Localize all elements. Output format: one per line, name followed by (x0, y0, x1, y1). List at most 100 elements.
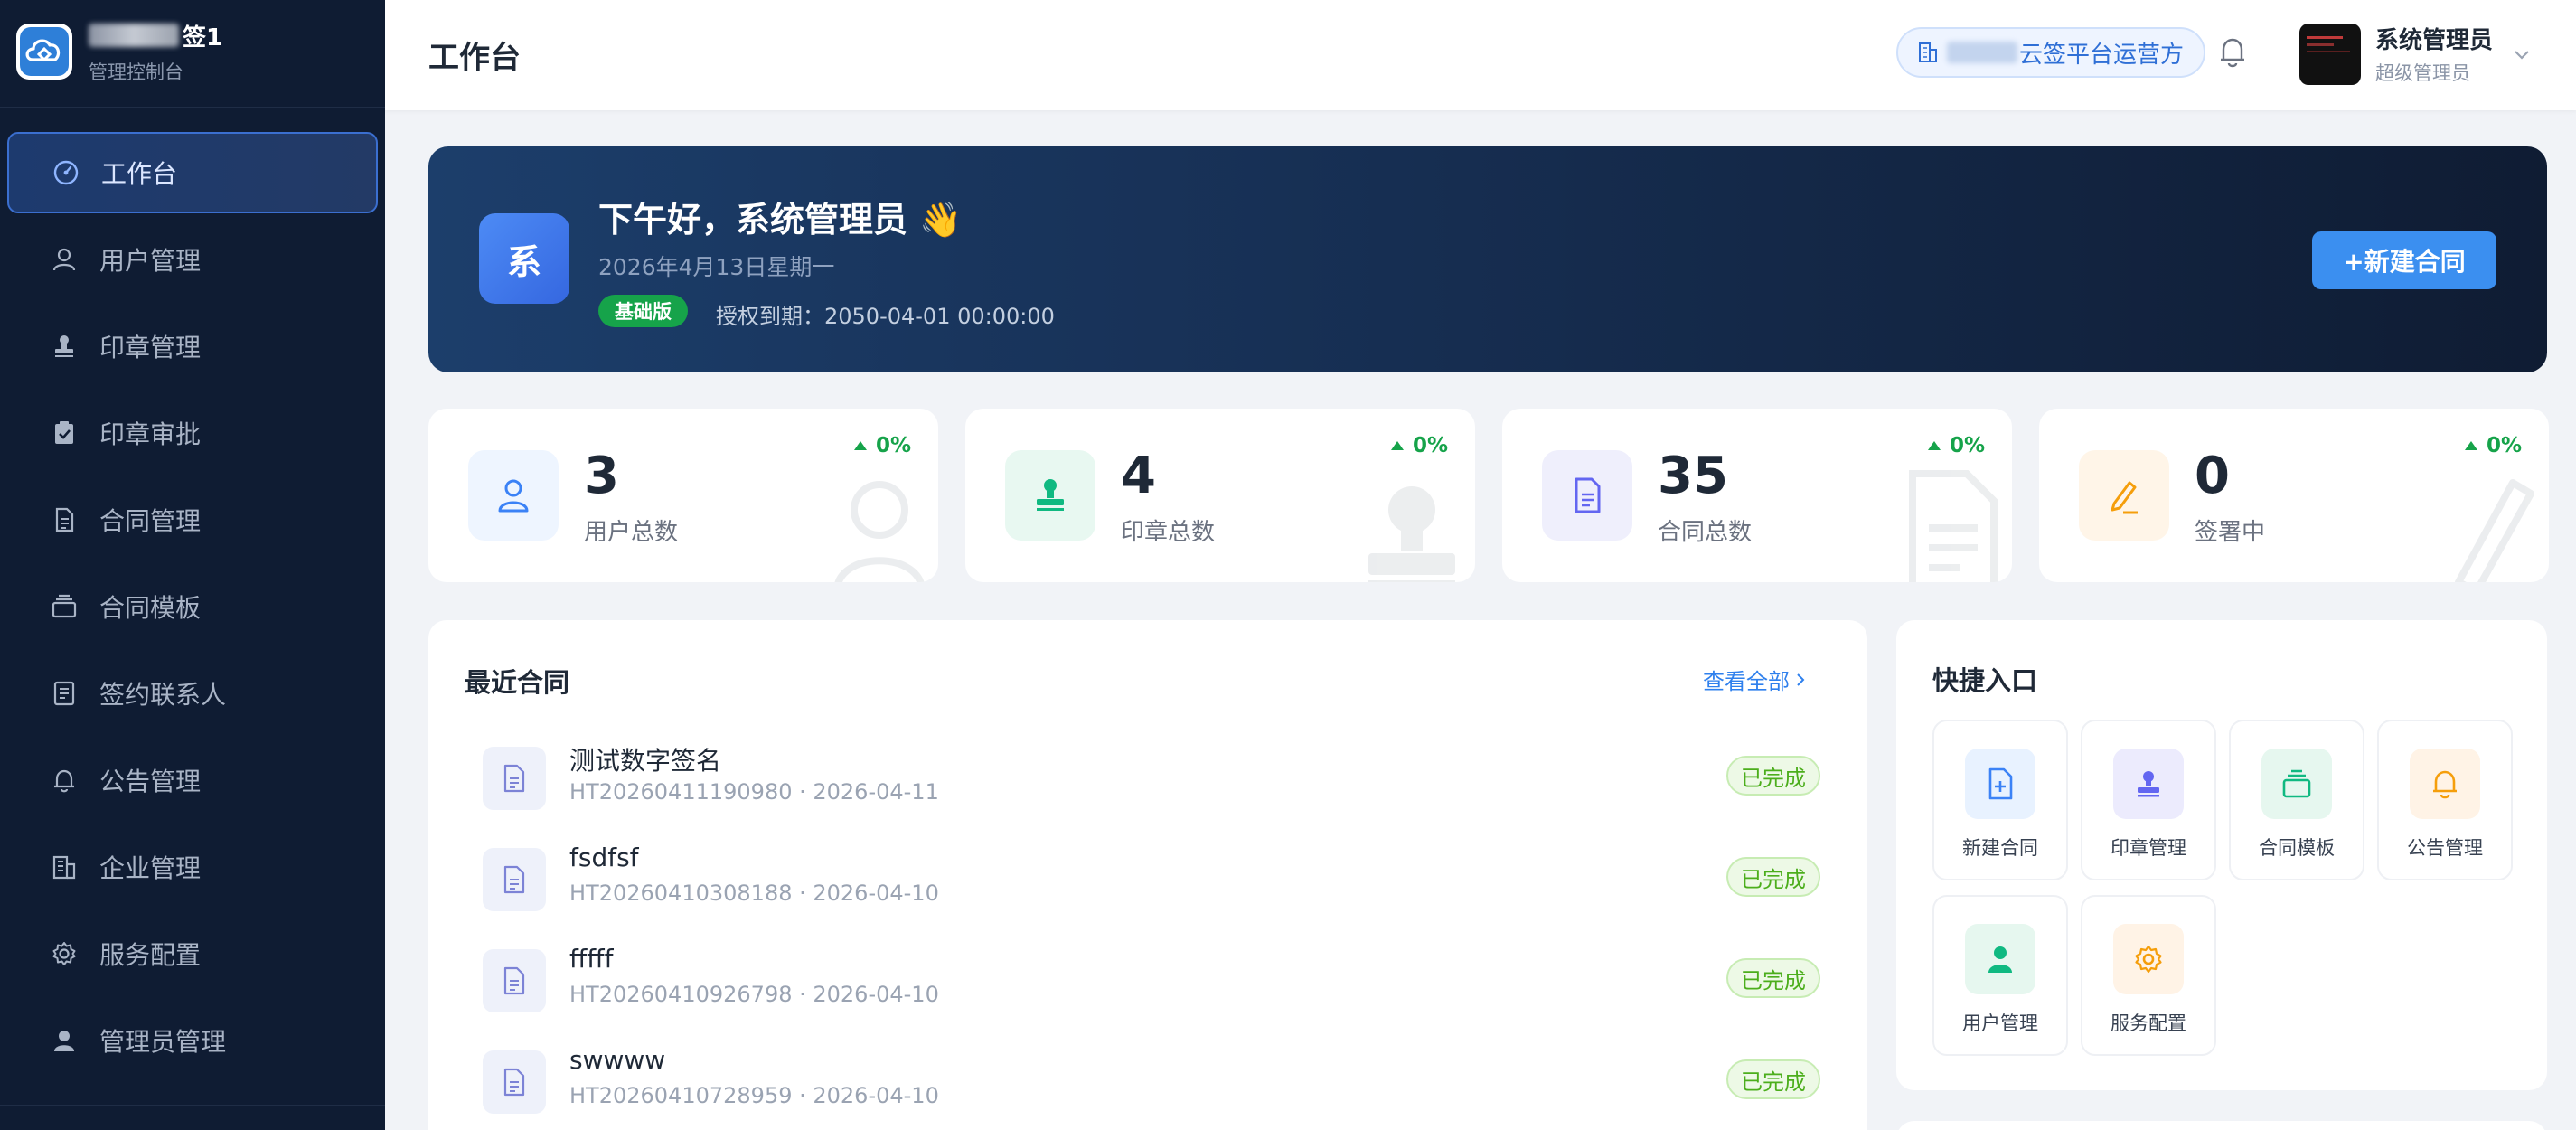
welcome-banner: 系 下午好，系统管理员 👋 2026年4月13日星期一 基础版 授权到期：205… (428, 146, 2547, 372)
quick-entry-panel: 快捷入口 新建合同 印章管理 合同模板 公告管理 用户管理 服务配置 (1896, 620, 2547, 1090)
list-item[interactable]: fffff HT20260410926798 · 2026-04-10 已完成 (483, 940, 1820, 1018)
sidebar-item-enterprise[interactable]: 企业管理 (7, 826, 378, 908)
sidebar: 签1 管理控制台 工作台 用户管理 印章管理 印章审批 合同管理 合同模板 签约… (0, 0, 385, 1130)
status-badge: 已完成 (1726, 1059, 1820, 1099)
stat-trend-value: 0% (2486, 434, 2522, 457)
stat-card-seals[interactable]: 4 印章总数 0% (965, 409, 1475, 582)
trend-up-icon (1927, 441, 1941, 450)
list-item[interactable]: swwww HT20260410728959 · 2026-04-10 已完成 (483, 1041, 1820, 1119)
brand[interactable]: 签1 管理控制台 (16, 20, 222, 83)
tile-label: 公告管理 (2407, 837, 2483, 859)
notification-bell-icon[interactable] (2216, 34, 2249, 71)
tile-label: 合同模板 (2259, 837, 2335, 859)
user-icon (468, 450, 559, 541)
contract-name: fffff (569, 944, 614, 974)
stat-card-signing[interactable]: 0 签署中 0% (2039, 409, 2549, 582)
document-icon (49, 504, 80, 535)
clipboard-check-icon (49, 418, 80, 448)
contacts-icon (49, 678, 80, 709)
stat-label: 用户总数 (584, 519, 679, 546)
dashboard-icon (51, 157, 81, 188)
sidebar-item-label: 工作台 (101, 159, 178, 189)
user-name: 系统管理员 (2375, 27, 2494, 54)
stamp-icon (49, 331, 80, 362)
new-contract-button[interactable]: +新建合同 (2312, 231, 2496, 289)
sidebar-nav: 工作台 用户管理 印章管理 印章审批 合同管理 合同模板 签约联系人 公告管理 … (0, 132, 385, 1087)
secondary-panel (1896, 1121, 2547, 1130)
sidebar-item-announcements[interactable]: 公告管理 (7, 739, 378, 821)
quick-tile-new-contract[interactable]: 新建合同 (1932, 720, 2068, 880)
trend-up-icon (1390, 441, 1404, 450)
stat-card-contracts[interactable]: 35 合同总数 0% (1502, 409, 2012, 582)
contract-name: fsdfsf (569, 843, 639, 872)
quick-tile-users[interactable]: 用户管理 (1932, 895, 2068, 1056)
tile-label: 服务配置 (2111, 1012, 2186, 1034)
sidebar-item-admins[interactable]: 管理员管理 (7, 1000, 378, 1081)
quick-tile-templates[interactable]: 合同模板 (2229, 720, 2364, 880)
sidebar-divider (0, 1105, 385, 1106)
contract-name: 测试数字签名 (569, 746, 722, 776)
building-icon (1918, 42, 1938, 63)
view-all-link[interactable]: 查看全部 (1703, 664, 1806, 695)
gear-icon (49, 938, 80, 969)
sidebar-divider (0, 107, 385, 108)
sidebar-item-dashboard[interactable]: 工作台 (7, 132, 378, 213)
stat-trend: 0% (1927, 434, 1985, 457)
contract-meta: HT20260411190980 · 2026-04-11 (569, 779, 939, 805)
stat-label: 印章总数 (1121, 519, 1216, 546)
sidebar-item-label: 合同模板 (99, 593, 202, 623)
chevron-right-icon (1795, 672, 1806, 688)
stat-value: 35 (1658, 447, 1728, 505)
sidebar-item-templates[interactable]: 合同模板 (7, 566, 378, 647)
sidebar-item-seals[interactable]: 印章管理 (7, 306, 378, 387)
stat-card-users[interactable]: 3 用户总数 0% (428, 409, 938, 582)
sidebar-item-contracts[interactable]: 合同管理 (7, 479, 378, 560)
sidebar-item-label: 签约联系人 (99, 680, 227, 710)
sidebar-item-service-config[interactable]: 服务配置 (7, 913, 378, 994)
bell-icon (2410, 749, 2480, 819)
pen-icon (2079, 450, 2169, 541)
contract-meta: HT20260410308188 · 2026-04-10 (569, 880, 939, 906)
recent-contracts-panel: 最近合同 查看全部 测试数字签名 HT20260411190980 · 2026… (428, 620, 1867, 1130)
brand-subtitle: 管理控制台 (89, 61, 183, 83)
stamp-watermark-icon (1358, 474, 1466, 582)
sidebar-item-label: 企业管理 (99, 853, 202, 883)
gear-icon (2113, 924, 2184, 994)
user-watermark-icon (830, 474, 929, 582)
quick-tile-service-config[interactable]: 服务配置 (2081, 895, 2216, 1056)
brand-name-text: 签1 (183, 24, 223, 52)
template-icon (49, 591, 80, 622)
page-title: 工作台 (428, 40, 521, 76)
stat-value: 0 (2195, 447, 2230, 505)
sidebar-item-seal-approval[interactable]: 印章审批 (7, 392, 378, 474)
sidebar-item-users[interactable]: 用户管理 (7, 219, 378, 300)
user-icon (49, 244, 80, 275)
sidebar-item-label: 服务配置 (99, 940, 202, 970)
stamp-icon (1005, 450, 1095, 541)
quick-tile-seals[interactable]: 印章管理 (2081, 720, 2216, 880)
user-role: 超级管理员 (2375, 62, 2470, 84)
stat-trend: 0% (853, 434, 911, 457)
pen-watermark-icon (2440, 465, 2540, 582)
view-all-label: 查看全部 (1703, 669, 1790, 694)
list-item[interactable]: 测试数字签名 HT20260411190980 · 2026-04-11 已完成 (483, 738, 1820, 815)
stat-label: 合同总数 (1658, 519, 1753, 546)
sidebar-item-contacts[interactable]: 签约联系人 (7, 653, 378, 734)
current-date: 2026年4月13日星期一 (598, 254, 835, 280)
sidebar-item-label: 印章审批 (99, 419, 202, 449)
stat-trend-value: 0% (875, 434, 911, 457)
status-badge: 已完成 (1726, 958, 1820, 998)
contract-meta: HT20260410728959 · 2026-04-10 (569, 1083, 939, 1108)
user-menu[interactable]: 系统管理员 超级管理员 (2299, 22, 2531, 86)
document-icon (483, 949, 546, 1012)
stat-label: 签署中 (2195, 519, 2266, 546)
list-item[interactable]: fsdfsf HT20260410308188 · 2026-04-10 已完成 (483, 839, 1820, 917)
chevron-down-icon (2513, 48, 2531, 61)
sidebar-item-label: 管理员管理 (99, 1027, 227, 1057)
status-badge: 已完成 (1726, 857, 1820, 897)
sidebar-item-label: 印章管理 (99, 333, 202, 363)
tenant-badge[interactable]: 云签平台运营方 (1896, 27, 2206, 78)
template-icon (2261, 749, 2332, 819)
quick-tile-announcements[interactable]: 公告管理 (2377, 720, 2513, 880)
document-watermark-icon (1904, 465, 2003, 582)
